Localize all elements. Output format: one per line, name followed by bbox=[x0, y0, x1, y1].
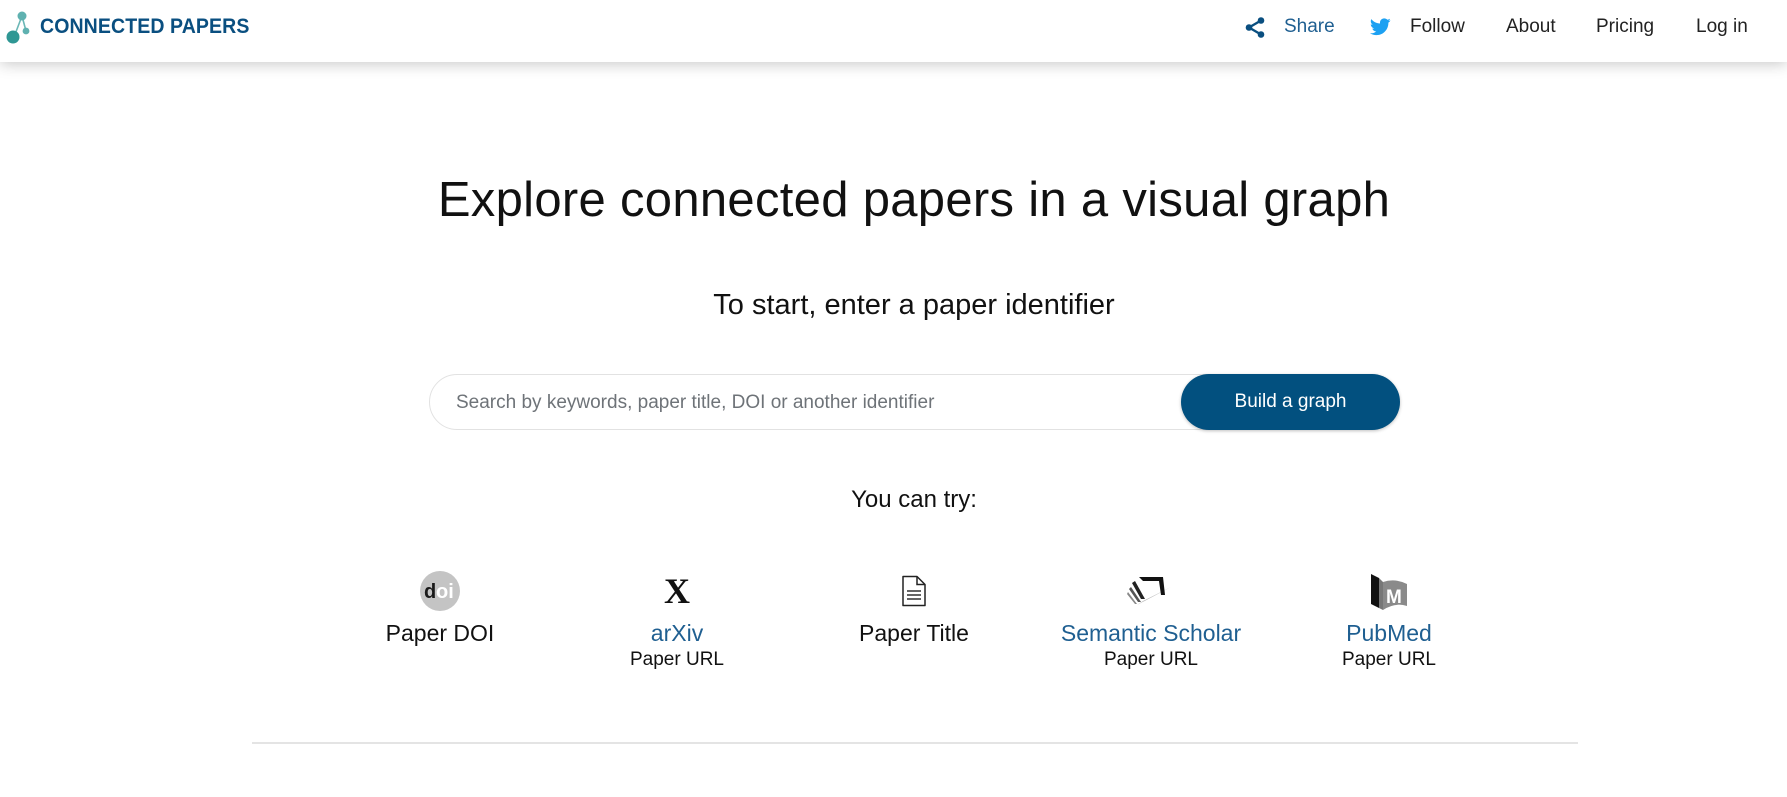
arxiv-icon: X bbox=[664, 571, 690, 611]
connected-nodes-icon bbox=[6, 11, 30, 44]
nav-login-label: Log in bbox=[1696, 16, 1748, 37]
option-sublabel: Paper URL bbox=[630, 649, 724, 670]
page-title: Explore connected papers in a visual gra… bbox=[437, 173, 1391, 227]
search-input[interactable] bbox=[454, 375, 1178, 431]
logo-link[interactable]: CONNECTED PAPERS bbox=[4, 10, 265, 44]
option-label: Paper DOI bbox=[385, 620, 495, 646]
nav-share-label: Share bbox=[1284, 16, 1335, 37]
option-paper-title[interactable]: Paper Title bbox=[799, 568, 1029, 648]
svg-text:d: d bbox=[424, 581, 436, 603]
try-label: You can try: bbox=[851, 486, 977, 513]
option-label: PubMed bbox=[1346, 620, 1432, 646]
nav-follow[interactable]: Follow bbox=[1370, 16, 1465, 38]
nav-login[interactable]: Log in bbox=[1696, 16, 1748, 38]
option-sublabel: Paper URL bbox=[1342, 649, 1436, 670]
semantic-scholar-icon bbox=[1127, 577, 1171, 605]
option-paper-doi[interactable]: d oi Paper DOI bbox=[325, 568, 555, 648]
nav-pricing-label: Pricing bbox=[1596, 16, 1655, 37]
nav-follow-label: Follow bbox=[1410, 16, 1465, 37]
twitter-icon bbox=[1370, 18, 1391, 36]
option-label: Paper Title bbox=[859, 620, 969, 646]
svg-text:oi: oi bbox=[436, 581, 454, 603]
nav-about[interactable]: About bbox=[1506, 16, 1556, 38]
option-label: Semantic Scholar bbox=[1060, 620, 1242, 646]
document-icon bbox=[902, 575, 926, 607]
nav-pricing[interactable]: Pricing bbox=[1596, 16, 1654, 38]
nav-share[interactable]: Share bbox=[1245, 16, 1335, 38]
option-label: arXiv bbox=[650, 620, 704, 646]
option-arxiv[interactable]: X arXiv Paper URL bbox=[562, 568, 792, 672]
pubmed-icon: M bbox=[1371, 574, 1407, 610]
doi-icon: d oi bbox=[420, 571, 460, 611]
option-semantic-scholar[interactable]: Semantic Scholar Paper URL bbox=[1036, 568, 1266, 672]
nav-about-label: About bbox=[1506, 16, 1556, 37]
svg-text:M: M bbox=[1386, 587, 1402, 608]
section-divider bbox=[252, 742, 1578, 744]
share-icon bbox=[1245, 16, 1265, 38]
top-navbar: CONNECTED PAPERS Share Follow About Pric… bbox=[0, 0, 1787, 62]
build-graph-button[interactable]: Build a graph bbox=[1181, 374, 1400, 430]
logo-text: CONNECTED PAPERS bbox=[40, 15, 250, 38]
option-pubmed[interactable]: M PubMed Paper URL bbox=[1274, 568, 1504, 672]
option-sublabel: Paper URL bbox=[1104, 649, 1198, 670]
page-subtitle: To start, enter a paper identifier bbox=[713, 289, 1115, 321]
